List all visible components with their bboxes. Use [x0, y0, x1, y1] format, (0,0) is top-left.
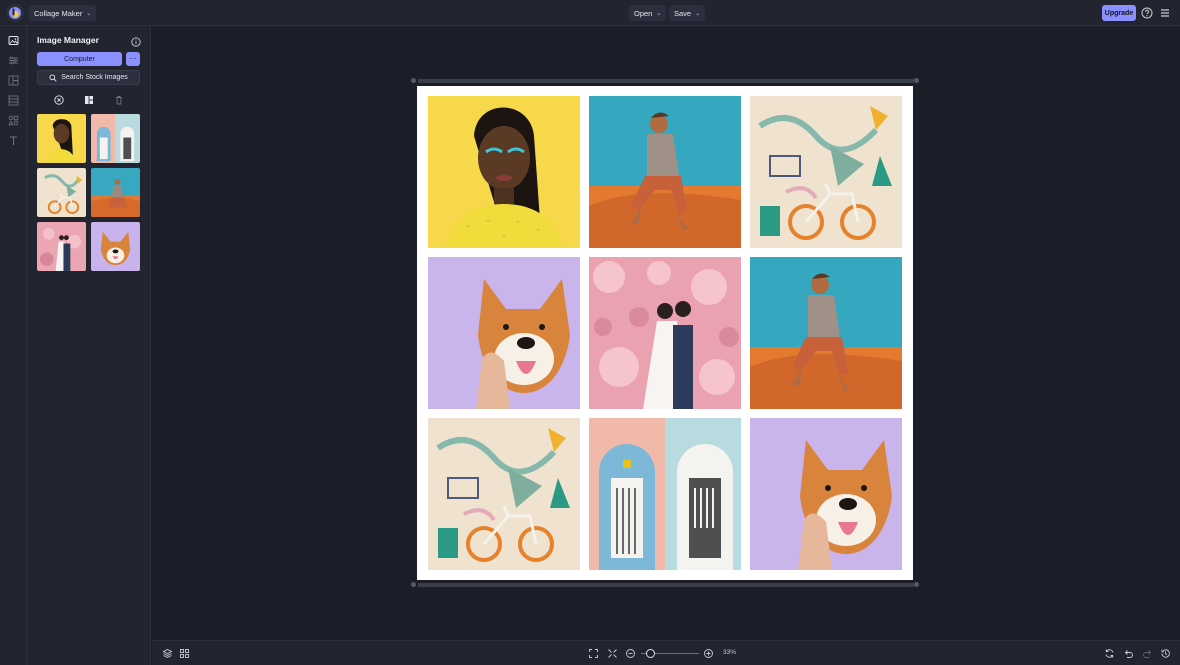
chevron-down-icon: ⌄ — [695, 10, 701, 17]
computer-upload-button[interactable]: Computer — [37, 52, 122, 66]
fit-screen-icon[interactable] — [587, 647, 599, 659]
image-manager-panel: Image Manager Computer ··· Search Stock … — [27, 26, 151, 665]
save-button[interactable]: Save ⌄ — [669, 5, 706, 21]
thumbnail-wedding-couple[interactable] — [37, 222, 86, 271]
panel-title: Image Manager — [37, 35, 99, 45]
resize-handle[interactable] — [914, 582, 919, 587]
left-rail — [0, 26, 27, 665]
history-icon[interactable] — [1159, 647, 1171, 659]
collage-cell[interactable] — [589, 96, 741, 248]
thumbnail-mural-bicycle[interactable] — [37, 168, 86, 217]
chevron-down-icon: ⌄ — [656, 10, 662, 17]
collage-cell[interactable] — [428, 257, 580, 409]
thumbnail-shiba-dog[interactable] — [91, 222, 140, 271]
image-icon[interactable] — [7, 34, 20, 47]
thumbnail-pastel-doors[interactable] — [91, 114, 140, 163]
text-icon[interactable] — [7, 134, 20, 147]
collage-cell[interactable] — [589, 257, 741, 409]
collage-cell[interactable] — [428, 96, 580, 248]
collage-cell[interactable] — [428, 418, 580, 570]
trash-icon[interactable] — [113, 94, 124, 105]
canvas-area — [152, 26, 1180, 640]
menu-icon[interactable] — [1158, 6, 1172, 20]
resize-handle[interactable] — [411, 78, 416, 83]
more-options-button[interactable]: ··· — [126, 52, 140, 66]
layers-icon[interactable] — [161, 647, 173, 659]
save-label: Save — [674, 8, 692, 18]
bottom-bar: 33% — [152, 640, 1180, 665]
thumbnail-man-desert[interactable] — [91, 168, 140, 217]
collage-cell[interactable] — [750, 257, 902, 409]
top-bar: Collage Maker ⌄ Open ⌄ Save ⌄ Upgrade — [0, 0, 1180, 26]
resize-handle[interactable] — [914, 78, 919, 83]
app-menu-label: Collage Maker — [34, 8, 83, 18]
search-stock-label: Search Stock Images — [61, 74, 128, 81]
help-icon[interactable] — [1140, 6, 1154, 20]
collage-maker-app: Collage Maker ⌄ Open ⌄ Save ⌄ Upgrade Im… — [0, 0, 1180, 665]
zoom-level: 33% — [723, 649, 737, 656]
search-icon — [49, 73, 57, 82]
logo-icon[interactable] — [6, 4, 24, 22]
actual-size-icon[interactable] — [606, 647, 618, 659]
clear-icon[interactable] — [53, 94, 64, 105]
collage-cell[interactable] — [589, 418, 741, 570]
layout-icon[interactable] — [7, 74, 20, 87]
search-stock-images-button[interactable]: Search Stock Images — [37, 70, 140, 85]
app-menu-button[interactable]: Collage Maker ⌄ — [29, 5, 97, 21]
collage-cell[interactable] — [750, 96, 902, 248]
sliders-icon[interactable] — [7, 54, 20, 67]
zoom-out-icon[interactable] — [624, 647, 636, 659]
upgrade-button[interactable]: Upgrade — [1102, 5, 1136, 21]
zoom-in-icon[interactable] — [702, 647, 714, 659]
thumbnail-portrait-woman[interactable] — [37, 114, 86, 163]
chevron-down-icon: ⌄ — [86, 10, 92, 17]
zoom-slider-thumb[interactable] — [646, 649, 655, 658]
open-label: Open — [634, 8, 653, 18]
auto-fill-icon[interactable] — [83, 94, 94, 105]
frame-bottom-edge[interactable] — [418, 583, 914, 587]
undo-icon[interactable] — [1122, 647, 1134, 659]
redo-icon[interactable] — [1141, 647, 1153, 659]
info-icon[interactable] — [131, 34, 141, 47]
collage-canvas[interactable] — [417, 86, 913, 580]
background-icon[interactable] — [7, 94, 20, 107]
graphics-icon[interactable] — [7, 114, 20, 127]
collage-cell[interactable] — [750, 418, 902, 570]
refresh-icon[interactable] — [1103, 647, 1115, 659]
grid-icon[interactable] — [178, 647, 190, 659]
frame-top-edge[interactable] — [418, 79, 914, 83]
open-button[interactable]: Open ⌄ — [629, 5, 667, 21]
resize-handle[interactable] — [411, 582, 416, 587]
